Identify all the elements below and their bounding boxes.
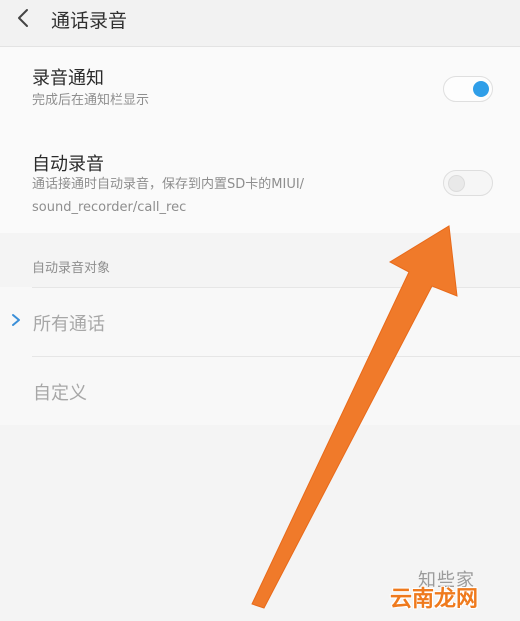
back-arrow-icon [18, 9, 28, 27]
chevron-right-icon [12, 314, 20, 326]
list-item-custom[interactable]: 自定义 [0, 357, 520, 425]
record-notify-toggle[interactable] [443, 76, 493, 102]
title-bar: 通话录音 [0, 0, 520, 47]
auto-record-desc-line2: sound_recorder/call_rec [32, 200, 187, 215]
list-item-label: 所有通话 [33, 314, 105, 335]
watermark-yunnan-longwang: 云南龙网 [390, 587, 479, 612]
toggle-knob [473, 81, 489, 97]
list-item-label: 自定义 [33, 383, 87, 404]
record-notify-desc: 完成后在通知栏显示 [32, 93, 150, 108]
record-notify-title: 录音通知 [32, 68, 104, 89]
page-title: 通话录音 [51, 10, 128, 32]
auto-record-desc-line1: 通话接通时自动录音，保存到内置SD卡的MIUI/ [32, 177, 305, 192]
back-button[interactable] [10, 4, 40, 34]
toggle-knob [448, 175, 465, 192]
auto-record-toggle[interactable] [443, 170, 493, 196]
auto-record-target-list: 所有通话 自定义 [0, 287, 520, 425]
section-header-auto-record-target: 自动录音对象 [32, 261, 111, 276]
list-item-all-calls[interactable]: 所有通话 [0, 288, 520, 356]
settings-card: 录音通知 完成后在通知栏显示 自动录音 通话接通时自动录音，保存到内置SD卡的M… [0, 47, 520, 233]
